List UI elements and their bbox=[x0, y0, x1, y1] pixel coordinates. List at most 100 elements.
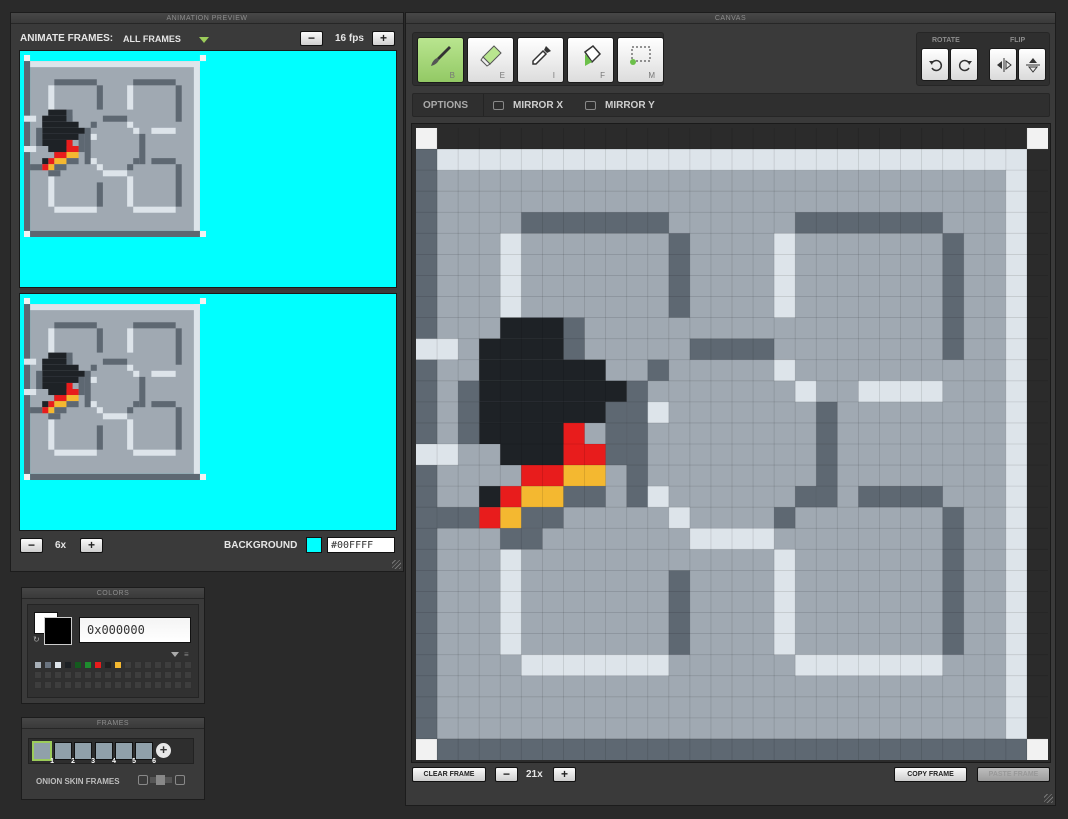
palette-swatch[interactable] bbox=[184, 681, 192, 689]
palette-swatch[interactable] bbox=[164, 671, 172, 679]
palette-swatch[interactable] bbox=[74, 681, 82, 689]
add-frame-button[interactable]: + bbox=[156, 743, 171, 758]
palette-swatch[interactable] bbox=[94, 671, 102, 679]
panel-resize-handle[interactable] bbox=[1044, 794, 1053, 803]
pixel-block bbox=[127, 419, 134, 450]
palette-swatch[interactable] bbox=[184, 671, 192, 679]
palette-swatch[interactable] bbox=[44, 681, 52, 689]
frame-thumb[interactable]: 2 bbox=[54, 742, 75, 765]
palette-swatch[interactable] bbox=[34, 661, 42, 669]
primary-color-swatch[interactable] bbox=[44, 617, 72, 645]
canvas-zoom-in-button[interactable]: + bbox=[553, 767, 576, 782]
rotate-left-button[interactable] bbox=[921, 48, 949, 81]
onion-next-checkbox[interactable] bbox=[175, 775, 185, 785]
palette-swatch[interactable] bbox=[34, 671, 42, 679]
pixel-block bbox=[795, 486, 817, 508]
swap-colors-icon[interactable]: ↻ bbox=[33, 635, 40, 644]
mirror-y-checkbox[interactable] bbox=[585, 101, 596, 110]
palette-swatch[interactable] bbox=[164, 681, 172, 689]
palette-swatch[interactable] bbox=[114, 671, 122, 679]
flip-vertical-button[interactable] bbox=[1018, 48, 1046, 81]
pixel-block bbox=[175, 85, 182, 122]
marquee-tool[interactable]: M bbox=[617, 37, 664, 83]
frame-thumb[interactable]: 1 bbox=[33, 742, 54, 765]
colors-panel: COLORS ↻ ≡ bbox=[21, 587, 205, 704]
palette-swatch[interactable] bbox=[144, 671, 152, 679]
palette-swatch[interactable] bbox=[94, 681, 102, 689]
palette-swatch[interactable] bbox=[124, 671, 132, 679]
onion-slider-thumb[interactable] bbox=[156, 775, 165, 785]
palette-swatch[interactable] bbox=[54, 671, 62, 679]
palette-swatch[interactable] bbox=[134, 671, 142, 679]
canvas-zoom-out-button[interactable]: − bbox=[495, 767, 518, 782]
fps-increase-button[interactable]: + bbox=[372, 31, 395, 46]
palette-swatch[interactable] bbox=[114, 681, 122, 689]
frame-thumb[interactable]: 4 bbox=[95, 742, 116, 765]
palette-swatch[interactable] bbox=[174, 681, 182, 689]
palette-swatch[interactable] bbox=[154, 671, 162, 679]
palette-swatch[interactable] bbox=[64, 681, 72, 689]
frame-thumb[interactable]: 3 bbox=[74, 742, 95, 765]
palette-swatch[interactable] bbox=[174, 671, 182, 679]
palette-swatch[interactable] bbox=[134, 661, 142, 669]
mirror-x-checkbox[interactable] bbox=[493, 101, 504, 110]
palette-swatch[interactable] bbox=[174, 661, 182, 669]
pixel-block bbox=[30, 230, 200, 237]
pixel-block bbox=[48, 109, 67, 116]
palette-swatch[interactable] bbox=[74, 671, 82, 679]
palette-swatch[interactable] bbox=[124, 661, 132, 669]
palette-swatch[interactable] bbox=[114, 661, 122, 669]
copy-frame-button[interactable]: COPY FRAME bbox=[894, 767, 967, 782]
palette-swatch[interactable] bbox=[84, 661, 92, 669]
frames-strip: 1 2 3 4 5 6 + bbox=[28, 738, 194, 765]
palette-swatch[interactable] bbox=[134, 681, 142, 689]
palette-list-icon[interactable]: ≡ bbox=[184, 650, 189, 659]
frame-thumb[interactable]: 6 bbox=[135, 742, 156, 765]
preview-zoom-out-button[interactable]: − bbox=[20, 538, 43, 553]
canvas-zoom-value: 21x bbox=[526, 769, 543, 780]
palette-swatch[interactable] bbox=[84, 671, 92, 679]
preview-zoom-in-button[interactable]: + bbox=[80, 538, 103, 553]
palette-swatch[interactable] bbox=[104, 661, 112, 669]
palette-swatch[interactable] bbox=[144, 681, 152, 689]
eyedropper-tool[interactable]: I bbox=[517, 37, 564, 83]
palette-swatch[interactable] bbox=[74, 661, 82, 669]
frames-select[interactable]: ALL FRAMES bbox=[123, 34, 181, 44]
palette-swatch[interactable] bbox=[94, 661, 102, 669]
chevron-down-icon[interactable] bbox=[199, 37, 209, 43]
palette-swatch[interactable] bbox=[104, 681, 112, 689]
background-color-input[interactable] bbox=[327, 537, 395, 553]
palette-swatch[interactable] bbox=[64, 661, 72, 669]
palette-swatch[interactable] bbox=[84, 681, 92, 689]
brush-tool[interactable]: B bbox=[417, 37, 464, 83]
palette-swatch[interactable] bbox=[44, 671, 52, 679]
panel-resize-handle[interactable] bbox=[392, 560, 401, 569]
flip-horizontal-button[interactable] bbox=[989, 48, 1017, 81]
palette-swatch[interactable] bbox=[54, 661, 62, 669]
background-color-swatch[interactable] bbox=[306, 537, 322, 553]
palette-swatch[interactable] bbox=[54, 681, 62, 689]
clear-frame-button[interactable]: CLEAR FRAME bbox=[412, 767, 486, 782]
palette-swatch[interactable] bbox=[44, 661, 52, 669]
palette-swatch[interactable] bbox=[154, 681, 162, 689]
fill-tool[interactable]: F bbox=[567, 37, 614, 83]
pixel-grid[interactable] bbox=[416, 128, 1048, 760]
onion-prev-checkbox[interactable] bbox=[138, 775, 148, 785]
palette-swatch[interactable] bbox=[64, 671, 72, 679]
frame-thumb[interactable]: 5 bbox=[115, 742, 136, 765]
pixel-block bbox=[48, 401, 55, 408]
palette-swatch[interactable] bbox=[154, 661, 162, 669]
eraser-tool[interactable]: E bbox=[467, 37, 514, 83]
palette-swatch[interactable] bbox=[104, 671, 112, 679]
palette-swatch[interactable] bbox=[144, 661, 152, 669]
palette-swatch[interactable] bbox=[34, 681, 42, 689]
drawing-canvas[interactable] bbox=[411, 123, 1051, 763]
palette-menu-icon[interactable] bbox=[171, 652, 179, 657]
paste-frame-button[interactable]: PASTE FRAME bbox=[977, 767, 1050, 782]
fps-decrease-button[interactable]: − bbox=[300, 31, 323, 46]
palette-swatch[interactable] bbox=[164, 661, 172, 669]
rotate-right-button[interactable] bbox=[950, 48, 978, 81]
color-hex-input[interactable] bbox=[79, 617, 191, 643]
palette-swatch[interactable] bbox=[124, 681, 132, 689]
palette-swatch[interactable] bbox=[184, 661, 192, 669]
